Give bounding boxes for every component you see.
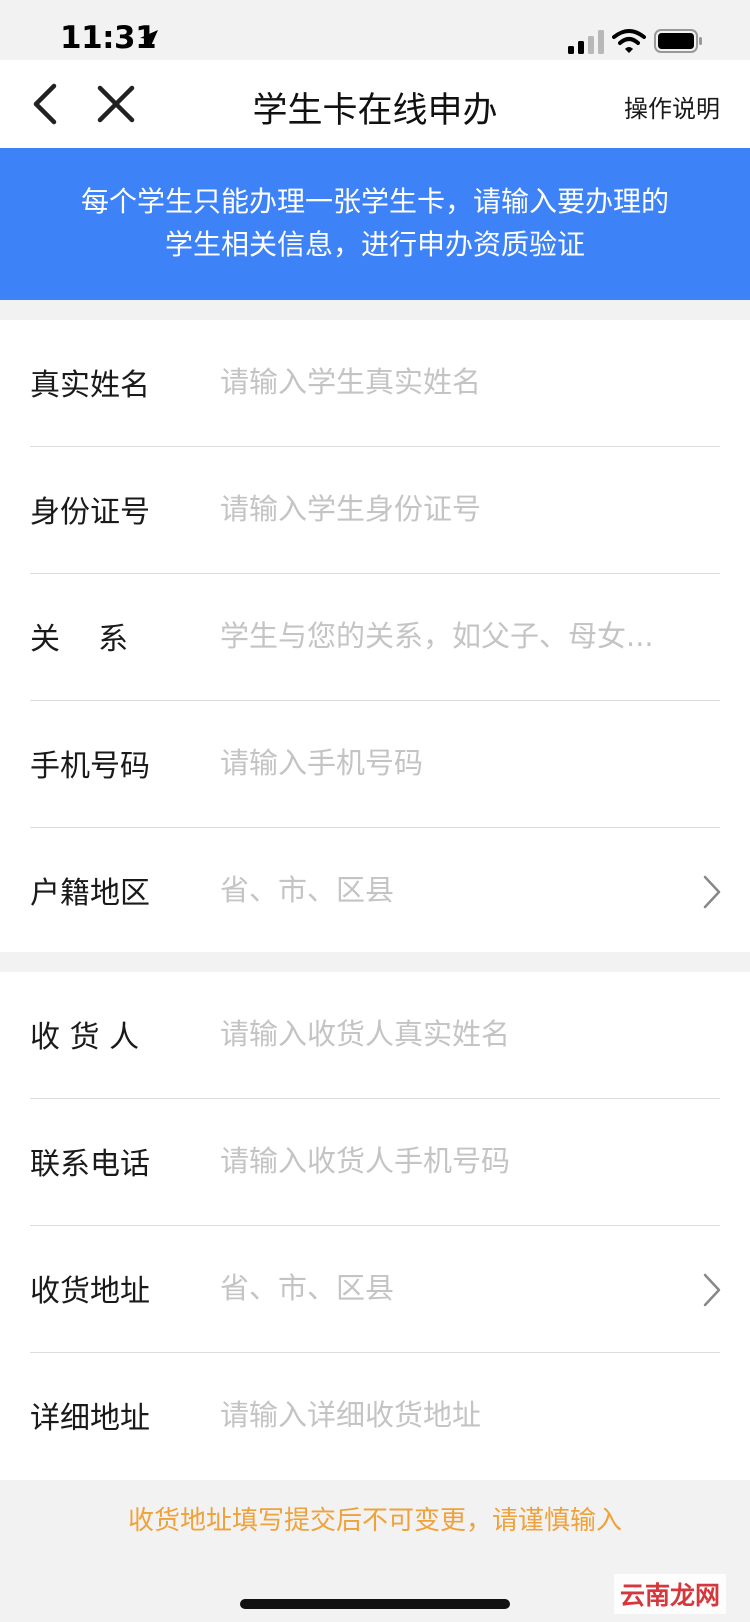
delivery-info-card: 收 货 人 联系电话 收货地址 详细地址 <box>0 972 750 1480</box>
banner-line-2: 学生相关信息，进行申办资质验证 <box>164 228 585 261</box>
field-label: 联系电话 <box>30 1147 150 1182</box>
relationship-input[interactable] <box>220 604 690 668</box>
delivery-region-picker[interactable] <box>220 1256 690 1320</box>
nav-bar: 学生卡在线申办 操作说明 <box>0 60 750 148</box>
real-name-row: 真实姓名 <box>0 320 750 447</box>
field-label: 真实姓名 <box>30 368 150 403</box>
student-info-card: 真实姓名 身份证号 关 系 手机号码 户籍地区 <box>0 320 750 952</box>
id-number-input[interactable] <box>220 477 690 541</box>
id-number-row: 身份证号 <box>0 447 750 574</box>
recipient-name-input[interactable] <box>220 1002 690 1066</box>
phone-input[interactable] <box>220 731 690 795</box>
status-bar: 11:31 <box>0 0 750 60</box>
location-arrow-icon <box>140 30 158 48</box>
detail-address-row: 详细地址 <box>0 1353 750 1480</box>
battery-icon <box>654 29 702 53</box>
field-label: 身份证号 <box>30 495 150 530</box>
field-label: 关 系 <box>30 622 129 657</box>
watermark-logo: 云南龙网 <box>614 1574 727 1614</box>
field-label: 收 货 人 <box>30 1020 140 1055</box>
contact-phone-input[interactable] <box>220 1129 690 1193</box>
banner-line-1: 每个学生只能办理一张学生卡，请输入要办理的 <box>80 185 669 218</box>
wifi-icon <box>612 29 646 53</box>
contact-phone-row: 联系电话 <box>0 1099 750 1226</box>
phone-row: 手机号码 <box>0 701 750 828</box>
field-label: 手机号码 <box>30 749 150 784</box>
field-label: 详细地址 <box>30 1401 150 1436</box>
chevron-right-icon <box>703 1273 721 1307</box>
detail-address-input[interactable] <box>220 1383 690 1447</box>
field-label: 收货地址 <box>30 1274 150 1309</box>
field-label: 户籍地区 <box>30 876 150 911</box>
household-region-row[interactable]: 户籍地区 <box>0 828 750 955</box>
info-banner: 每个学生只能办理一张学生卡，请输入要办理的 学生相关信息，进行申办资质验证 <box>0 148 750 300</box>
cellular-signal-icon <box>568 30 604 54</box>
real-name-input[interactable] <box>220 350 690 414</box>
recipient-row: 收 货 人 <box>0 972 750 1099</box>
delivery-address-row[interactable]: 收货地址 <box>0 1226 750 1353</box>
help-link[interactable]: 操作说明 <box>624 89 720 124</box>
relationship-row: 关 系 <box>0 574 750 701</box>
address-warning-text: 收货地址填写提交后不可变更，请谨慎输入 <box>127 1506 622 1536</box>
home-indicator[interactable] <box>240 1599 510 1609</box>
household-region-picker[interactable] <box>220 858 690 922</box>
chevron-right-icon <box>703 875 721 909</box>
